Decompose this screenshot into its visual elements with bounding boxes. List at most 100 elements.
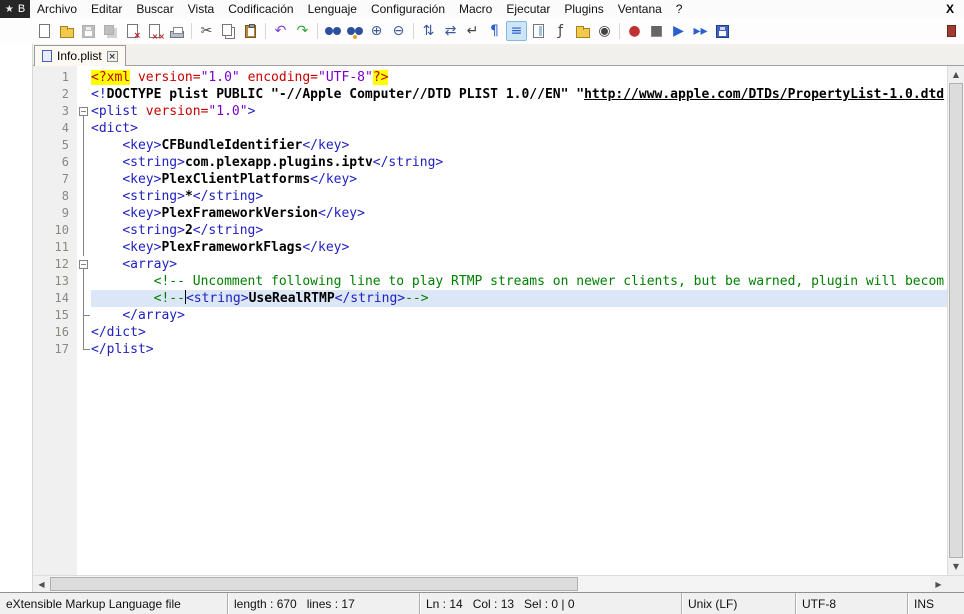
zoom-in-button[interactable]: ⊕: [366, 21, 387, 41]
code-line[interactable]: 16</dict>: [33, 324, 947, 341]
tab-info-plist[interactable]: Info.plist ×: [34, 45, 126, 66]
menu-codificacion[interactable]: Codificación: [221, 0, 300, 18]
code-line[interactable]: 5 <key>CFBundleIdentifier</key>: [33, 137, 947, 154]
line-number[interactable]: 15: [33, 307, 77, 324]
fold-toggle-icon[interactable]: [77, 103, 91, 120]
status-length-lines: length : 670 lines : 17: [228, 593, 420, 614]
cut-button[interactable]: ✂: [196, 21, 217, 41]
scroll-down-icon[interactable]: ▼: [948, 558, 964, 575]
function-list-button[interactable]: ƒ: [550, 21, 571, 41]
play-macro-button[interactable]: ▶: [668, 21, 689, 41]
line-number[interactable]: 9: [33, 205, 77, 222]
menu-archivo[interactable]: Archivo: [30, 0, 84, 18]
paste-button[interactable]: [240, 21, 261, 41]
vertical-scrollbar[interactable]: ▲ ▼: [947, 66, 964, 575]
sync-horizontal-scrolling-button[interactable]: ⇄: [440, 21, 461, 41]
code-line[interactable]: 9 <key>PlexFrameworkVersion</key>: [33, 205, 947, 222]
show-all-characters-button[interactable]: ¶: [484, 21, 505, 41]
code-token: [91, 240, 122, 255]
code-line[interactable]: 12 <array>: [33, 256, 947, 273]
code-token: <string>: [122, 155, 185, 170]
line-number[interactable]: 11: [33, 239, 77, 256]
line-number[interactable]: 6: [33, 154, 77, 171]
code-line[interactable]: 4<dict>: [33, 120, 947, 137]
fold-toggle-icon[interactable]: [77, 256, 91, 273]
scroll-left-icon[interactable]: ◀: [33, 576, 50, 592]
code-line[interactable]: 6 <string>com.plexapp.plugins.iptv</stri…: [33, 154, 947, 171]
artifact-label: B: [18, 3, 25, 15]
code-line[interactable]: 17</plist>: [33, 341, 947, 358]
run-macro-multiple-button[interactable]: ▸▸: [690, 21, 711, 41]
close-all-button[interactable]: [144, 21, 165, 41]
record-macro-button[interactable]: ●: [624, 21, 645, 41]
horizontal-scroll-track[interactable]: [50, 576, 930, 592]
code-line[interactable]: 1<?xml version="1.0" encoding="UTF-8"?>: [33, 69, 947, 86]
save-macro-button[interactable]: [712, 21, 733, 41]
line-number[interactable]: 17: [33, 341, 77, 358]
menu-items: ArchivoEditarBuscarVistaCodificaciónLeng…: [30, 0, 689, 18]
menu-vista[interactable]: Vista: [181, 0, 221, 18]
line-number[interactable]: 4: [33, 120, 77, 137]
menu-editar[interactable]: Editar: [84, 0, 129, 18]
horizontal-scrollbar[interactable]: ◀ ▶: [33, 575, 964, 592]
line-number[interactable]: 14: [33, 290, 77, 307]
line-number[interactable]: 2: [33, 86, 77, 103]
line-number[interactable]: 8: [33, 188, 77, 205]
line-number[interactable]: 12: [33, 256, 77, 273]
sync-vertical-scrolling-button[interactable]: ⇅: [418, 21, 439, 41]
save-button[interactable]: [78, 21, 99, 41]
folder-as-workspace-button[interactable]: [572, 21, 593, 41]
line-number[interactable]: 16: [33, 324, 77, 341]
menu-ventana[interactable]: Ventana: [611, 0, 669, 18]
document-map-button[interactable]: [528, 21, 549, 41]
scroll-right-icon[interactable]: ▶: [930, 576, 947, 592]
indent-guide-button[interactable]: ≡: [506, 21, 527, 41]
code-line[interactable]: 10 <string>2</string>: [33, 222, 947, 239]
code-token: <plist: [91, 104, 146, 119]
zoom-out-button[interactable]: ⊖: [388, 21, 409, 41]
stop-macro-button[interactable]: ■: [646, 21, 667, 41]
code-line[interactable]: 15 </array>: [33, 307, 947, 324]
menu-help[interactable]: ?: [669, 0, 690, 18]
line-number[interactable]: 5: [33, 137, 77, 154]
menu-lenguaje[interactable]: Lenguaje: [301, 0, 364, 18]
save-all-button[interactable]: [100, 21, 121, 41]
code-line[interactable]: 2<!DOCTYPE plist PUBLIC "-//Apple Comput…: [33, 86, 947, 103]
code-line[interactable]: 3<plist version="1.0">: [33, 103, 947, 120]
code-line[interactable]: 14 <!--<string>UseRealRTMP</string>-->: [33, 290, 947, 307]
code-line[interactable]: 11 <key>PlexFrameworkFlags</key>: [33, 239, 947, 256]
word-wrap-button[interactable]: ↵: [462, 21, 483, 41]
replace-button[interactable]: [344, 21, 365, 41]
window-close-button[interactable]: X: [936, 1, 964, 17]
code-line[interactable]: 7 <key>PlexClientPlatforms</key>: [33, 171, 947, 188]
line-number[interactable]: 13: [33, 273, 77, 290]
code-editor[interactable]: 1<?xml version="1.0" encoding="UTF-8"?>2…: [33, 66, 947, 575]
close-file-button[interactable]: [122, 21, 143, 41]
monitoring-button[interactable]: ◉: [594, 21, 615, 41]
horizontal-scroll-thumb[interactable]: [50, 577, 578, 591]
copy-button[interactable]: [218, 21, 239, 41]
menu-ejecutar[interactable]: Ejecutar: [499, 0, 557, 18]
line-number[interactable]: 10: [33, 222, 77, 239]
menu-buscar[interactable]: Buscar: [129, 0, 180, 18]
redo-button[interactable]: ↷: [292, 21, 313, 41]
undo-button[interactable]: ↶: [270, 21, 291, 41]
code-line[interactable]: 8 <string>*</string>: [33, 188, 947, 205]
line-number[interactable]: 1: [33, 69, 77, 86]
fold-margin: [77, 205, 91, 222]
scroll-up-icon[interactable]: ▲: [948, 66, 964, 83]
print-button[interactable]: [166, 21, 187, 41]
tab-close-icon[interactable]: ×: [107, 51, 118, 62]
menu-macro[interactable]: Macro: [452, 0, 499, 18]
open-folder-button[interactable]: [56, 21, 77, 41]
vertical-scroll-track[interactable]: [948, 83, 964, 558]
code-line[interactable]: 13 <!-- Uncomment following line to play…: [33, 273, 947, 290]
fold-margin: [77, 154, 91, 171]
menu-plugins[interactable]: Plugins: [557, 0, 610, 18]
line-number[interactable]: 3: [33, 103, 77, 120]
find-button[interactable]: [322, 21, 343, 41]
line-number[interactable]: 7: [33, 171, 77, 188]
menu-configuracion[interactable]: Configuración: [364, 0, 452, 18]
vertical-scroll-thumb[interactable]: [949, 83, 963, 558]
new-file-button[interactable]: [34, 21, 55, 41]
